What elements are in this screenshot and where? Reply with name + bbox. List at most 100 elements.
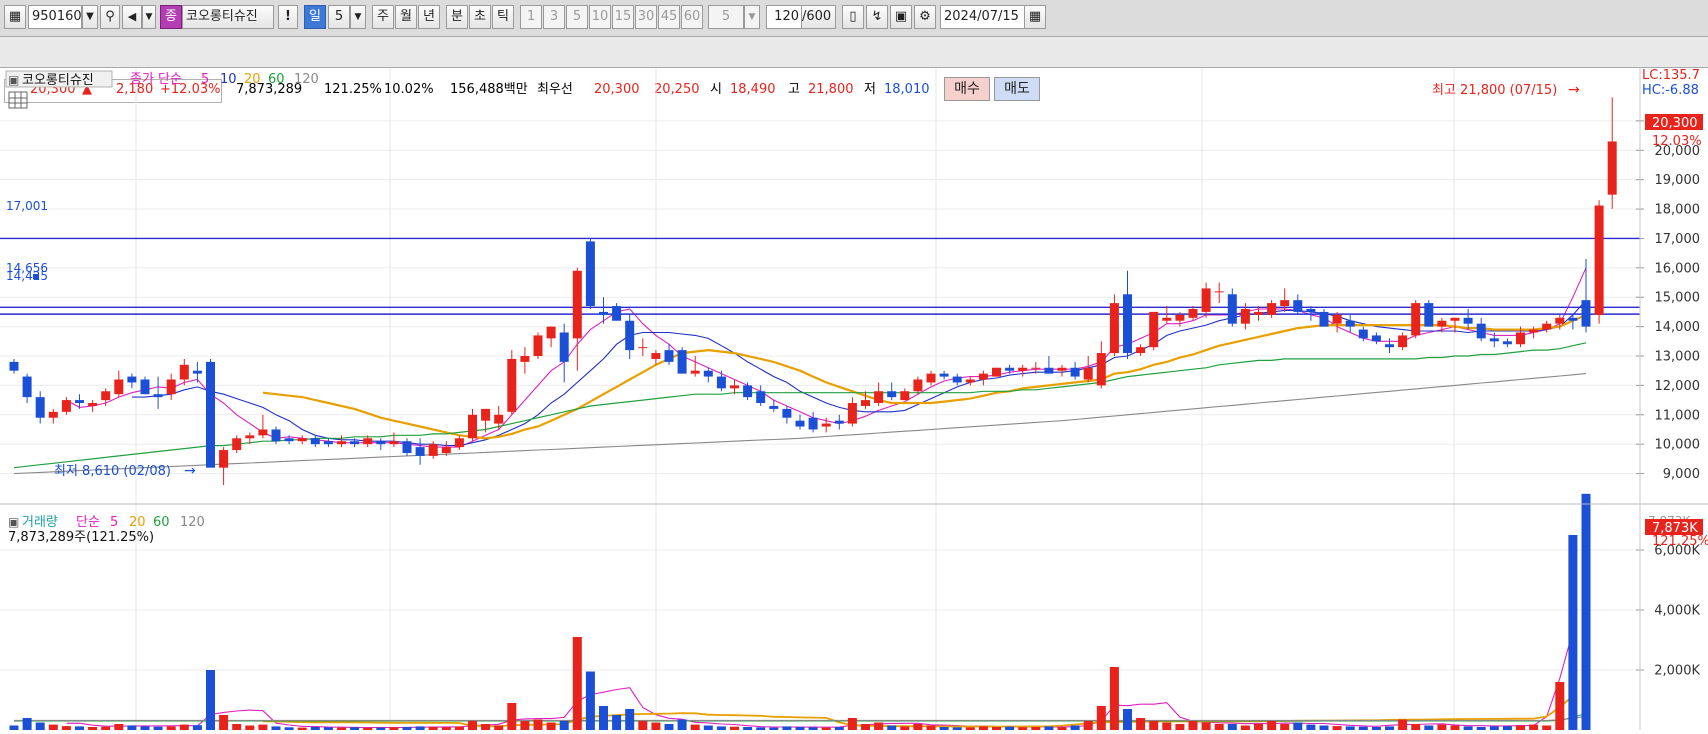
volume-bar: [716, 726, 726, 730]
search-icon[interactable]: ⚲: [100, 5, 120, 29]
candle-body: [1463, 317, 1473, 324]
candle-body: [1502, 341, 1512, 345]
period-minute-button[interactable]: 분: [446, 5, 468, 29]
candle-body: [520, 356, 530, 362]
volume-bar: [192, 725, 202, 730]
candle-body: [1254, 311, 1263, 315]
price-tick-label: 12,000: [1655, 379, 1701, 394]
volume-bar: [1254, 724, 1263, 730]
volume-bar: [481, 724, 491, 730]
volume-legend-toggle-icon[interactable]: ▣: [8, 515, 19, 529]
candle-body: [821, 423, 831, 427]
candle-body: [1031, 367, 1041, 369]
candle-body: [1070, 367, 1080, 377]
stock-list-dropdown-icon[interactable]: ▼: [142, 5, 156, 29]
volume-legend-name: 거래량: [22, 515, 58, 530]
candle-body: [1555, 317, 1565, 324]
data-table-icon[interactable]: [8, 91, 28, 109]
interval-dropdown-icon[interactable]: ▼: [744, 5, 760, 29]
candle-body: [179, 364, 189, 380]
indicator-icon[interactable]: ↯: [866, 5, 888, 29]
alert-button[interactable]: !: [278, 5, 298, 29]
chart-svg[interactable]: 9,000 10,000 11,000 12,000 13,000 14,000 15,00…: [0, 68, 1708, 730]
price-ma120-label: 120: [294, 72, 319, 87]
volume-bar: [861, 724, 870, 730]
volume-bar: [926, 725, 936, 730]
candle-body: [48, 411, 58, 418]
save-icon[interactable]: ▣: [890, 5, 912, 29]
candle-body: [1109, 303, 1119, 354]
last-price-tag: 20,300: [1652, 116, 1698, 131]
chart-type-icon[interactable]: ▯: [842, 5, 864, 29]
candle-body: [808, 417, 818, 430]
candle-body: [1319, 311, 1329, 327]
candle-body: [1136, 347, 1146, 354]
price-ma5-label: 5: [201, 72, 209, 87]
interval-5-button[interactable]: 5: [566, 5, 588, 29]
candle-body: [677, 350, 687, 374]
volume-bar: [1516, 725, 1525, 730]
interval-45-button[interactable]: 45: [658, 5, 680, 29]
price-tick-label: 10,000: [1655, 438, 1701, 453]
volume-bar: [75, 726, 84, 730]
price-ma10-label: 10: [220, 72, 237, 87]
volume-grid: [0, 549, 1644, 671]
candle-body: [690, 370, 700, 374]
candle-body: [114, 379, 124, 395]
interval-3-button[interactable]: 3: [543, 5, 565, 29]
volume-bar: [48, 724, 58, 730]
low-annotation: 최저 8,610 (02/08): [54, 464, 171, 479]
candle-body: [585, 241, 595, 307]
volume-bar: [468, 721, 477, 730]
period-year-button[interactable]: 년: [418, 5, 440, 29]
candle-body: [874, 391, 884, 404]
code-dropdown-icon[interactable]: ▼: [82, 5, 98, 29]
interval-select[interactable]: 5: [708, 5, 744, 29]
interval-30-button[interactable]: 30: [635, 5, 657, 29]
period-count-value[interactable]: 5: [328, 5, 350, 29]
chart-area[interactable]: 9,000 10,000 11,000 12,000 13,000 14,000 15,00…: [0, 68, 1708, 730]
candle-body: [1424, 303, 1434, 327]
prev-stock-icon[interactable]: ◀: [122, 5, 142, 29]
candle-body: [61, 400, 71, 412]
period-count-dropdown-icon[interactable]: ▼: [350, 5, 366, 29]
volume-bar: [585, 671, 595, 730]
volume-bar: [494, 725, 504, 730]
volume-ma-line-20: [262, 695, 1574, 728]
settings-gear-icon[interactable]: ⚙: [914, 5, 936, 29]
period-second-button[interactable]: 초: [469, 5, 491, 29]
candle-body: [756, 391, 766, 404]
interval-15-button[interactable]: 15: [612, 5, 634, 29]
interval-60-button[interactable]: 60: [681, 5, 703, 29]
stock-code-input[interactable]: 950160: [28, 5, 82, 29]
candle-body: [481, 408, 491, 421]
volume-bar: [703, 725, 713, 730]
chart-menu-icon[interactable]: ▦: [4, 5, 26, 29]
calendar-icon[interactable]: ▦: [1024, 5, 1046, 29]
candle-body: [1162, 317, 1172, 321]
volume-bar: [232, 724, 242, 730]
candle-body: [795, 420, 805, 427]
candle-body: [1044, 367, 1054, 374]
interval-1-button[interactable]: 1: [520, 5, 542, 29]
candle-body: [1385, 344, 1394, 348]
bar-count-max: /600: [802, 5, 836, 29]
candle-body: [363, 438, 373, 445]
period-week-button[interactable]: 주: [372, 5, 394, 29]
candle-body: [533, 335, 543, 356]
volume-bar: [1450, 725, 1460, 730]
volume-ma-line-5: [66, 630, 1574, 729]
period-tick-button[interactable]: 틱: [492, 5, 514, 29]
date-input[interactable]: 2024/07/15: [940, 5, 1032, 29]
volume-bars: [9, 493, 1591, 730]
candle-body: [376, 441, 386, 445]
volume-bar: [612, 715, 622, 730]
interval-10-button[interactable]: 10: [589, 5, 611, 29]
price-legend-series: 종가 단순: [130, 72, 182, 87]
candle-body: [9, 361, 19, 371]
period-day-button[interactable]: 일: [304, 5, 326, 29]
main-toolbar: ▦ 950160 ▼ ⚲ ◀ ▼ 종 코오롱티슈진 ! 일 5 ▼ 주 월 년 …: [0, 0, 1708, 37]
legend-toggle-icon[interactable]: ▣: [8, 73, 19, 87]
period-month-button[interactable]: 월: [395, 5, 417, 29]
bar-count-input[interactable]: 120: [766, 5, 802, 29]
